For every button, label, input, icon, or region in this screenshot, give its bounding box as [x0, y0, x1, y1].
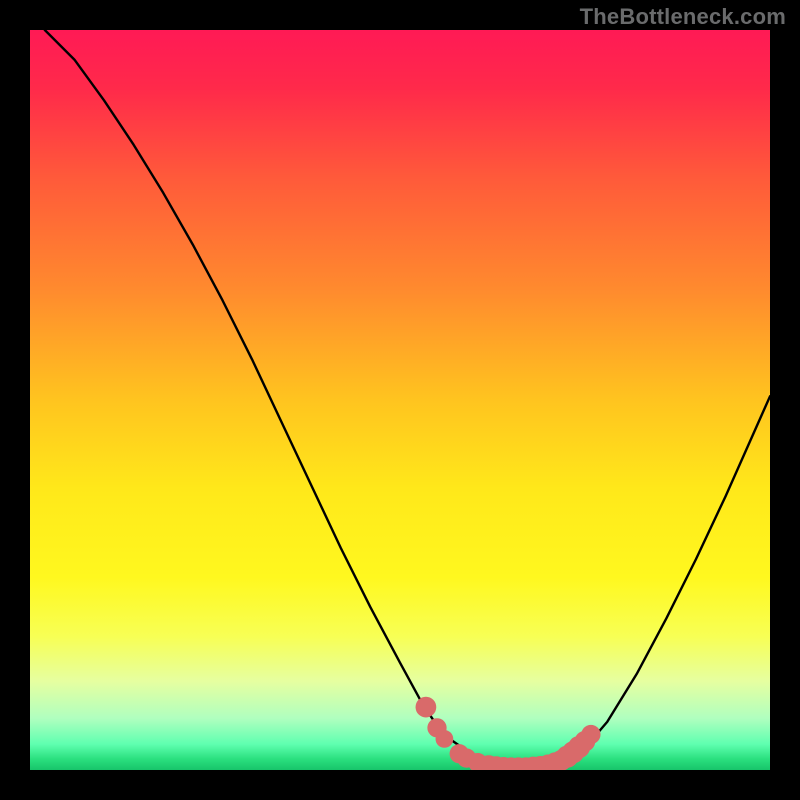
watermark-text: TheBottleneck.com — [580, 4, 786, 30]
curve-marker — [436, 730, 454, 748]
curve-marker — [581, 725, 600, 744]
bottleneck-chart — [30, 30, 770, 770]
chart-background — [30, 30, 770, 770]
page-root: TheBottleneck.com — [0, 0, 800, 800]
curve-marker — [416, 697, 437, 718]
